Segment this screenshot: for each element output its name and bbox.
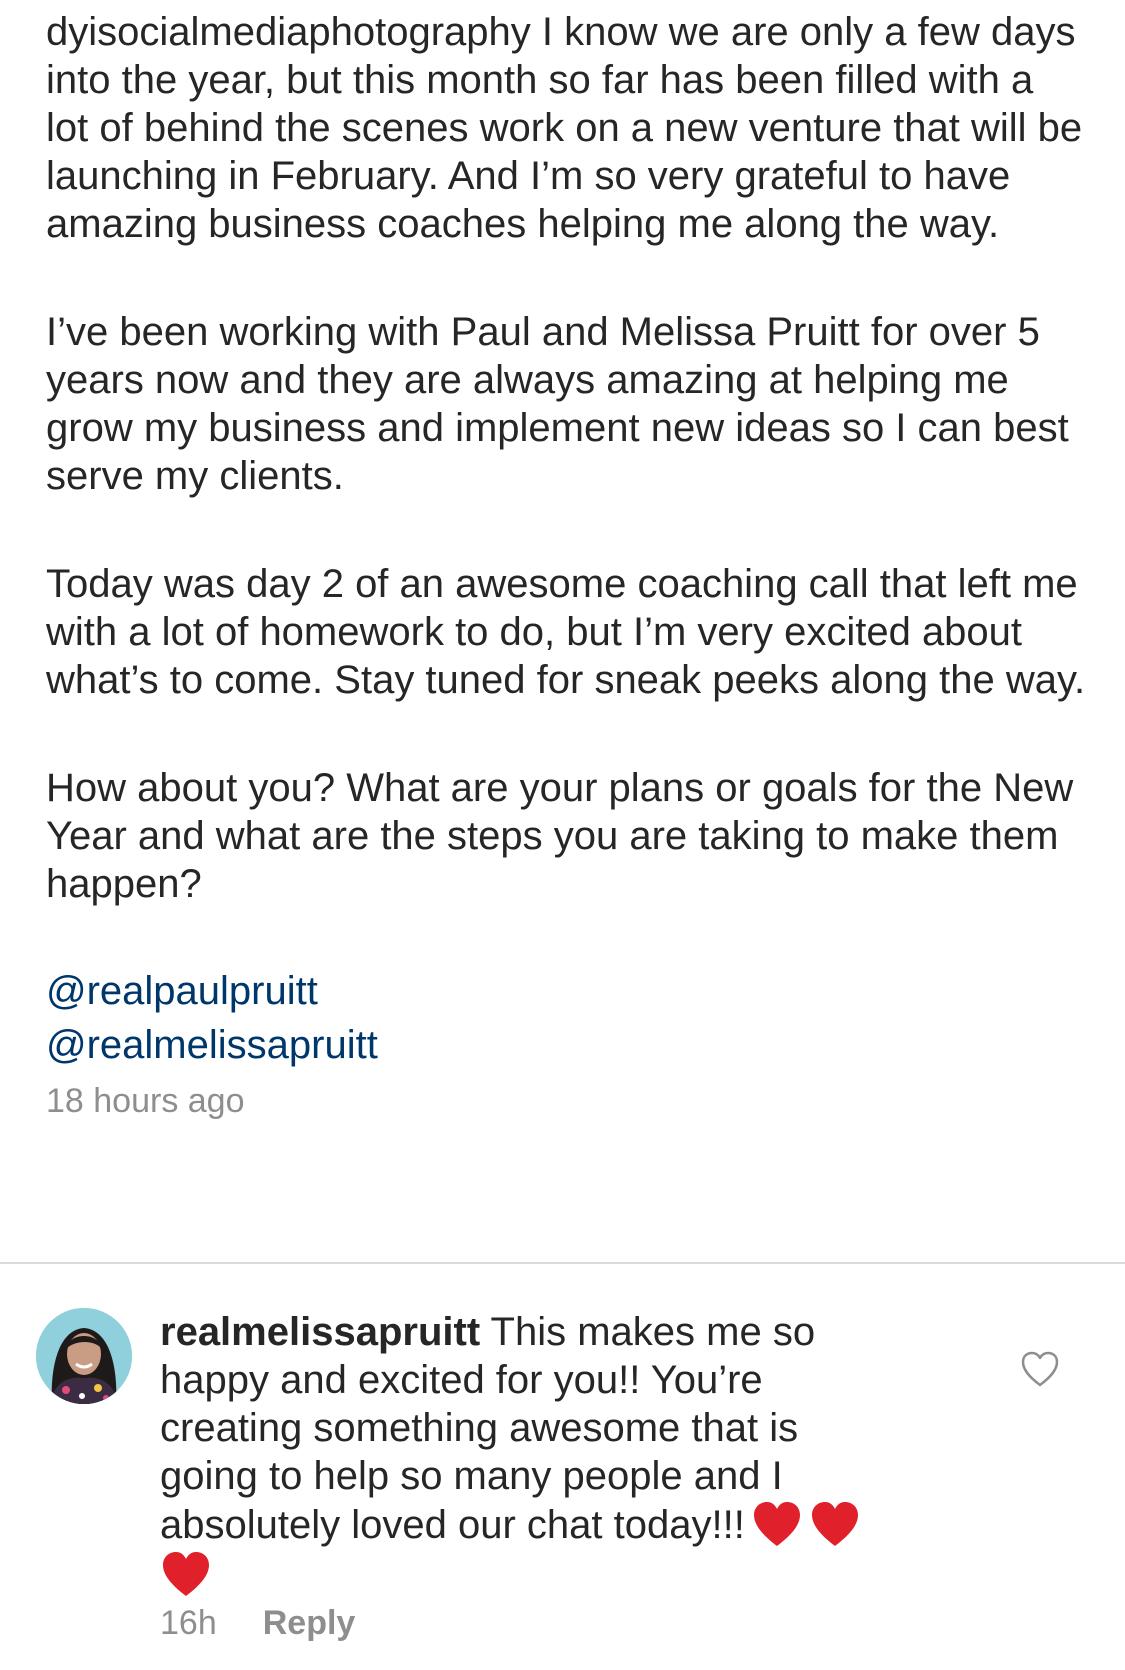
profile-photo-icon bbox=[36, 1308, 132, 1404]
mention-link-melissa[interactable]: @realmelissapruitt bbox=[46, 1018, 1086, 1072]
red-heart-emoji-3 bbox=[163, 1552, 209, 1596]
reply-button[interactable]: Reply bbox=[263, 1604, 356, 1642]
comment-age: 16h bbox=[160, 1604, 217, 1642]
caption-paragraph-3: Today was day 2 of an awesome coaching c… bbox=[46, 562, 1086, 702]
comment-meta: 16h Reply bbox=[160, 1604, 355, 1643]
post-timestamp: 18 hours ago bbox=[46, 1082, 245, 1120]
comment-username[interactable]: realmelissapruitt bbox=[160, 1310, 480, 1354]
mention-link-paul[interactable]: @realpaulpruitt bbox=[46, 964, 1086, 1018]
like-button[interactable] bbox=[1020, 1350, 1060, 1388]
caption-paragraph-2: I’ve been working with Paul and Melissa … bbox=[46, 310, 1069, 498]
caption-paragraph-1: dyisocialmediaphotography I know we are … bbox=[46, 8, 1086, 248]
post-caption: dyisocialmediaphotography I know we are … bbox=[46, 8, 1086, 1121]
heart-outline-icon bbox=[1021, 1351, 1059, 1387]
mentions: @realpaulpruitt @realmelissapruitt bbox=[46, 964, 1086, 1072]
red-heart-emoji-2 bbox=[811, 1502, 858, 1546]
red-heart-emoji-1 bbox=[753, 1502, 800, 1546]
post-username[interactable]: dyisocialmediaphotography bbox=[46, 10, 531, 54]
comment-body: realmelissapruitt This makes me so happy… bbox=[160, 1308, 890, 1600]
avatar[interactable] bbox=[36, 1308, 132, 1404]
divider bbox=[0, 1262, 1125, 1264]
caption-paragraph-4: How about you? What are your plans or go… bbox=[46, 766, 1074, 906]
